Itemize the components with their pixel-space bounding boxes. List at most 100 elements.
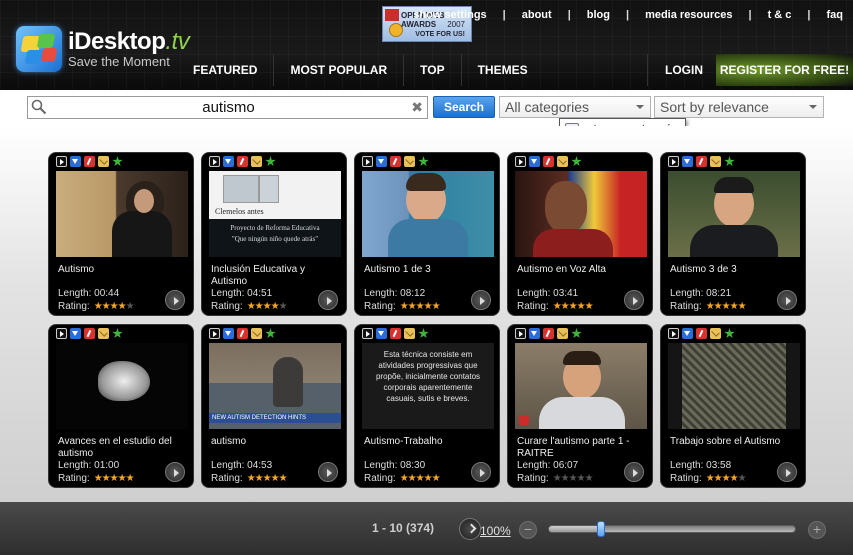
video-title[interactable]: Inclusión Educativa y Autismo [211,264,343,288]
video-card[interactable]: Clemelos antes Proyecto de Reforma Educat… [201,152,347,316]
register-button[interactable]: REGISTER FOR FREE! [716,54,853,86]
video-card[interactable]: Esta técnica consiste em atividades prog… [354,324,500,488]
download-icon[interactable] [70,156,81,167]
play-icon[interactable] [209,156,220,167]
download-icon[interactable] [376,328,387,339]
play-icon[interactable] [515,328,526,339]
pdf-icon[interactable] [237,328,248,339]
play-icon[interactable] [668,156,679,167]
download-icon[interactable] [70,328,81,339]
link-faq[interactable]: faq [827,9,844,21]
video-title[interactable]: Avances en el estudio del autismo [58,436,190,460]
pdf-icon[interactable] [84,156,95,167]
play-icon[interactable] [668,328,679,339]
play-button[interactable] [165,462,185,482]
mail-icon[interactable] [251,156,262,167]
logo-icon[interactable] [16,26,62,72]
play-button[interactable] [624,462,644,482]
video-title[interactable]: Autismo [58,264,190,276]
link-tc[interactable]: t & c [768,9,792,21]
mail-icon[interactable] [557,156,568,167]
pdf-icon[interactable] [390,328,401,339]
play-icon[interactable] [56,156,67,167]
video-thumbnail[interactable] [668,171,800,257]
video-thumbnail[interactable]: NEW AUTISM DETECTION HINTS [209,343,341,429]
video-card[interactable]: Autismo 3 de 3 Length: 08:21 Rating: ★★★★★ [660,152,806,316]
nav-themes[interactable]: THEMES [460,54,544,86]
play-button[interactable] [777,290,797,310]
pdf-icon[interactable] [84,328,95,339]
play-button[interactable] [624,290,644,310]
video-thumbnail[interactable] [668,343,800,429]
favorite-star-icon[interactable] [265,328,276,339]
mail-icon[interactable] [710,156,721,167]
video-thumbnail[interactable] [56,343,188,429]
play-button[interactable] [471,290,491,310]
video-card[interactable]: NEW AUTISM DETECTION HINTS autismo Length:… [201,324,347,488]
video-card[interactable]: Autismo en Voz Alta Length: 03:41 Rating: ★… [507,152,653,316]
login-button[interactable]: LOGIN [647,54,721,86]
search-input[interactable]: autismo ✖ [27,96,428,119]
mail-icon[interactable] [98,328,109,339]
nav-most-popular[interactable]: MOST POPULAR [273,54,403,86]
pdf-icon[interactable] [696,156,707,167]
link-blog[interactable]: blog [587,9,610,21]
play-button[interactable] [777,462,797,482]
video-thumbnail[interactable] [362,171,494,257]
favorite-star-icon[interactable] [112,328,123,339]
video-title[interactable]: Autismo 3 de 3 [670,264,802,276]
play-button[interactable] [318,290,338,310]
video-thumbnail[interactable]: Clemelos antes Proyecto de Reforma Educat… [209,171,341,257]
mail-icon[interactable] [710,328,721,339]
play-button[interactable] [471,462,491,482]
link-media-resources[interactable]: media resources [645,9,732,21]
download-icon[interactable] [376,156,387,167]
nav-top[interactable]: TOP [403,54,460,86]
clear-icon[interactable]: ✖ [411,99,423,115]
video-thumbnail[interactable] [56,171,188,257]
play-icon[interactable] [362,328,373,339]
play-button[interactable] [165,290,185,310]
video-title[interactable]: Autismo 1 de 3 [364,264,496,276]
video-title[interactable]: Trabajo sobre el Autismo [670,436,802,448]
pdf-icon[interactable] [696,328,707,339]
play-button[interactable] [318,462,338,482]
mail-icon[interactable] [404,156,415,167]
download-icon[interactable] [682,156,693,167]
pdf-icon[interactable] [237,156,248,167]
download-icon[interactable] [529,156,540,167]
favorite-star-icon[interactable] [724,328,735,339]
video-card[interactable]: Curare l'autismo parte 1 - RAITRE Length:… [507,324,653,488]
logo-text[interactable]: iDesktop.tv [68,28,190,56]
video-title[interactable]: Curare l'autismo parte 1 - RAITRE [517,436,649,460]
play-icon[interactable] [56,328,67,339]
zoom-in-button[interactable]: + [808,521,826,539]
mail-icon[interactable] [557,328,568,339]
pdf-icon[interactable] [390,156,401,167]
favorite-star-icon[interactable] [418,156,429,167]
video-card[interactable]: Avances en el estudio del autismo Length:… [48,324,194,488]
play-icon[interactable] [362,156,373,167]
play-icon[interactable] [209,328,220,339]
zoom-level[interactable]: 100% [480,524,511,538]
favorite-star-icon[interactable] [724,156,735,167]
mail-icon[interactable] [98,156,109,167]
zoom-out-button[interactable]: − [519,521,537,539]
zoom-slider-thumb[interactable] [597,521,605,537]
sort-select[interactable]: Sort by relevance [654,96,824,118]
pdf-icon[interactable] [543,156,554,167]
video-title[interactable]: Autismo en Voz Alta [517,264,649,276]
favorite-star-icon[interactable] [265,156,276,167]
video-card[interactable]: Autismo 1 de 3 Length: 08:12 Rating: ★★★★★ [354,152,500,316]
favorite-star-icon[interactable] [571,328,582,339]
video-thumbnail[interactable] [515,171,647,257]
video-title[interactable]: Autismo-Trabalho [364,436,496,448]
link-show-settings[interactable]: show settings [413,9,486,21]
video-thumbnail[interactable]: Esta técnica consiste em atividades prog… [362,343,494,429]
link-about[interactable]: about [522,9,552,21]
video-card[interactable]: Autismo Length: 00:44 Rating: ★★★★★ [48,152,194,316]
download-icon[interactable] [529,328,540,339]
download-icon[interactable] [682,328,693,339]
favorite-star-icon[interactable] [112,156,123,167]
favorite-star-icon[interactable] [571,156,582,167]
